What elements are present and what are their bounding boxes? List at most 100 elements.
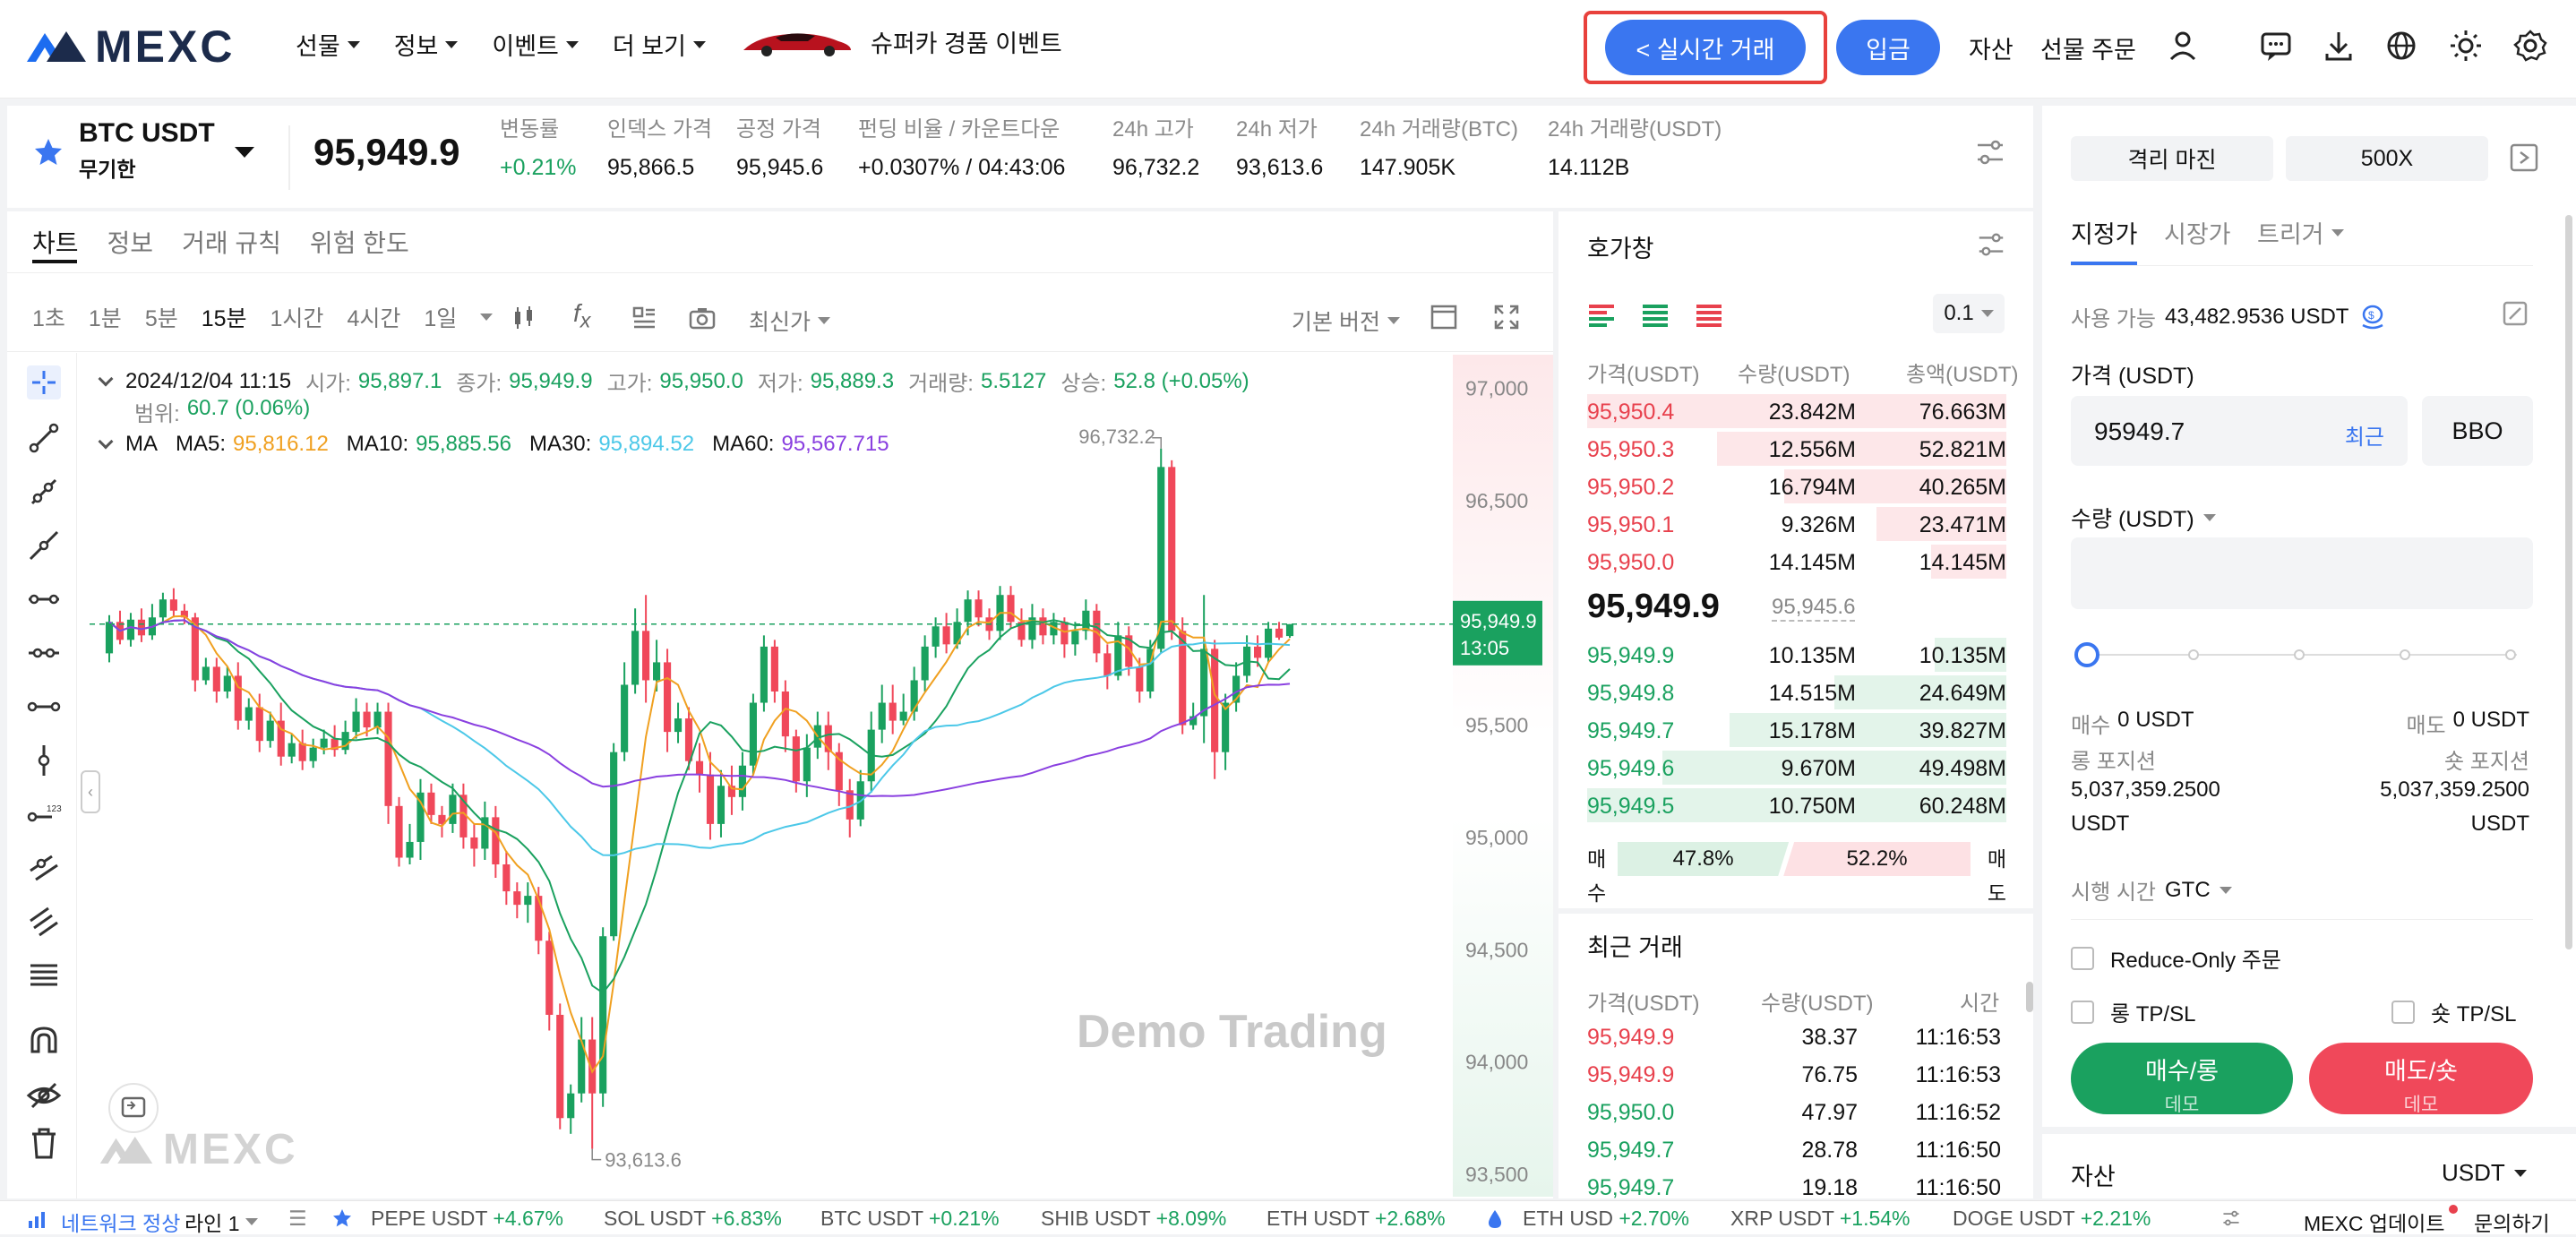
interval-1s[interactable]: 1초: [32, 301, 65, 333]
ticker-eth-usd[interactable]: ETH USD +2.70%: [1523, 1207, 1689, 1231]
interval-1d[interactable]: 1일: [424, 301, 457, 333]
ask-row[interactable]: 95,950.2 16.794M 40.265M: [1587, 468, 2006, 505]
ticker-settings-sliders-icon[interactable]: [1974, 136, 2006, 168]
latest-price-button[interactable]: 최근: [2345, 419, 2384, 451]
crosshair-icon[interactable]: [25, 364, 63, 401]
slider-tick-75[interactable]: [2400, 649, 2410, 660]
amount-slider-knob[interactable]: [2074, 642, 2099, 667]
tab-market[interactable]: 시장가: [2164, 215, 2231, 250]
interval-4h[interactable]: 4시간: [347, 301, 400, 333]
sell-short-button[interactable]: 매도/숏 데모: [2309, 1043, 2533, 1115]
deposit-button[interactable]: 입금: [1836, 20, 1940, 75]
vertical-line-icon[interactable]: [25, 742, 63, 779]
nav-more[interactable]: 더 보기: [613, 27, 706, 62]
fibonacci-icon[interactable]: [25, 957, 63, 994]
ticker-eth[interactable]: ETH USDT +2.68%: [1267, 1207, 1446, 1231]
chart-version-select[interactable]: 기본 버전: [1292, 305, 1400, 337]
slider-tick-100[interactable]: [2505, 649, 2516, 660]
assets-link[interactable]: 자산: [1969, 30, 2014, 65]
tab-limit[interactable]: 지정가: [2071, 215, 2138, 250]
magnet-icon[interactable]: [25, 1023, 63, 1061]
parallel-channel-icon[interactable]: [25, 849, 63, 887]
ticker-xrp[interactable]: XRP USDT +1.54%: [1730, 1207, 1911, 1231]
futures-orders-link[interactable]: 선물 주문: [2040, 30, 2136, 65]
interval-15m[interactable]: 15분: [202, 301, 247, 333]
nav-info[interactable]: 정보: [394, 27, 459, 62]
ask-row[interactable]: 95,950.3 12.556M 52.821M: [1587, 430, 2006, 468]
info-line-icon[interactable]: 123: [25, 795, 63, 833]
margin-mode-button[interactable]: 격리 마진: [2071, 136, 2273, 181]
template-grid-icon[interactable]: [631, 305, 657, 331]
bbo-button[interactable]: BBO: [2422, 396, 2533, 466]
view-both-icon[interactable]: [1587, 301, 1616, 328]
tab-risk-limit[interactable]: 위험 한도: [310, 224, 409, 260]
ask-row[interactable]: 95,950.1 9.326M 23.471M: [1587, 505, 2006, 543]
symbol-name[interactable]: BTC USDT: [79, 118, 215, 149]
order-form-scrollbar[interactable]: [2565, 215, 2572, 949]
slider-tick-50[interactable]: [2294, 649, 2305, 660]
tab-trading-rules[interactable]: 거래 규칙: [182, 224, 281, 260]
assets-currency-select[interactable]: USDT: [2442, 1159, 2527, 1187]
collapse-toolbar-handle[interactable]: ‹: [81, 770, 100, 813]
tab-info[interactable]: 정보: [107, 224, 154, 260]
replay-icon[interactable]: [107, 1082, 159, 1134]
trade-row[interactable]: 95,949.9 76.75 11:16:53: [1587, 1062, 2001, 1100]
theme-sun-icon[interactable]: [2447, 27, 2485, 64]
ray-line-icon[interactable]: [25, 473, 63, 511]
slider-tick-25[interactable]: [2188, 649, 2199, 660]
globe-icon[interactable]: [2383, 27, 2420, 64]
price-line-icon[interactable]: [25, 688, 63, 726]
view-asks-icon[interactable]: [1695, 301, 1723, 328]
mexc-logo[interactable]: MEXC: [25, 21, 235, 72]
interval-1h[interactable]: 1시간: [270, 301, 324, 333]
interval-5m[interactable]: 5분: [145, 301, 178, 333]
checkbox-box[interactable]: [2071, 1000, 2094, 1024]
trade-row[interactable]: 95,949.9 38.37 11:16:53: [1587, 1025, 2001, 1062]
checkbox-box[interactable]: [2071, 946, 2094, 970]
time-in-force-select[interactable]: 시행 시간 GTC: [2071, 874, 2232, 906]
ticker-sol[interactable]: SOL USDT +6.83%: [604, 1207, 782, 1231]
ticker-pepe[interactable]: PEPE USDT +4.67%: [371, 1207, 563, 1231]
ob-mark-price[interactable]: 95,945.6: [1772, 595, 1856, 622]
price-input[interactable]: 95949.7 최근: [2071, 396, 2408, 466]
pitchfork-icon[interactable]: [25, 903, 63, 941]
message-icon[interactable]: [2257, 27, 2295, 64]
edit-adjust-icon[interactable]: [2501, 299, 2529, 328]
candlestick-chart[interactable]: 97,00096,50096,00095,50095,00094,50094,0…: [81, 355, 1553, 1197]
download-icon[interactable]: [2320, 27, 2357, 64]
interval-1m[interactable]: 1분: [89, 301, 122, 333]
view-bids-icon[interactable]: [1641, 301, 1670, 328]
favorite-star-icon[interactable]: [32, 136, 64, 168]
trades-scrollbar[interactable]: [2026, 982, 2033, 1012]
trash-icon[interactable]: [25, 1125, 63, 1163]
trade-row[interactable]: 95,949.7 28.78 11:16:50: [1587, 1138, 2001, 1175]
hide-drawings-eye-icon[interactable]: [25, 1077, 63, 1114]
calculator-icon[interactable]: [2508, 142, 2540, 174]
precision-select[interactable]: 0.1: [1933, 294, 2005, 333]
order-book-settings-icon[interactable]: [1976, 229, 2006, 260]
ticker-doge[interactable]: DOGE USDT +2.21%: [1953, 1207, 2151, 1231]
indicators-fx-icon[interactable]: fx: [573, 299, 590, 333]
candle-type-icon[interactable]: [511, 305, 537, 331]
horizontal-ray-icon[interactable]: [25, 634, 63, 672]
quantity-input[interactable]: [2071, 537, 2533, 609]
supercar-promo-link[interactable]: 슈퍼카 경품 이벤트: [740, 23, 1062, 59]
short-tpsl-checkbox[interactable]: 숏 TP/SL: [2391, 996, 2516, 1027]
bid-row[interactable]: 95,949.7 15.178M 39.827M: [1587, 711, 2006, 749]
horizontal-line-icon[interactable]: [25, 580, 63, 618]
quantity-label[interactable]: 수량 (USDT): [2071, 502, 2216, 534]
line-select[interactable]: 라인 1: [185, 1207, 258, 1237]
ticker-shib[interactable]: SHIB USDT +8.09%: [1041, 1207, 1226, 1231]
fullscreen-icon[interactable]: [1492, 303, 1521, 331]
settings-gear-icon[interactable]: [2512, 27, 2549, 64]
live-trade-button[interactable]: < 실시간 거래: [1605, 20, 1806, 75]
bid-row[interactable]: 95,949.8 14.515M 24.649M: [1587, 674, 2006, 711]
symbol-dropdown-icon[interactable]: [235, 147, 254, 158]
buy-long-button[interactable]: 매수/롱 데모: [2071, 1043, 2293, 1115]
favorites-star-icon[interactable]: [331, 1207, 353, 1229]
ask-row[interactable]: 95,950.0 14.145M 14.145M: [1587, 543, 2006, 580]
leverage-button[interactable]: 500X: [2286, 136, 2488, 181]
bid-row[interactable]: 95,949.9 10.135M 10.135M: [1587, 636, 2006, 674]
trade-row[interactable]: 95,950.0 47.97 11:16:52: [1587, 1100, 2001, 1138]
layout-window-icon[interactable]: [1430, 303, 1458, 331]
